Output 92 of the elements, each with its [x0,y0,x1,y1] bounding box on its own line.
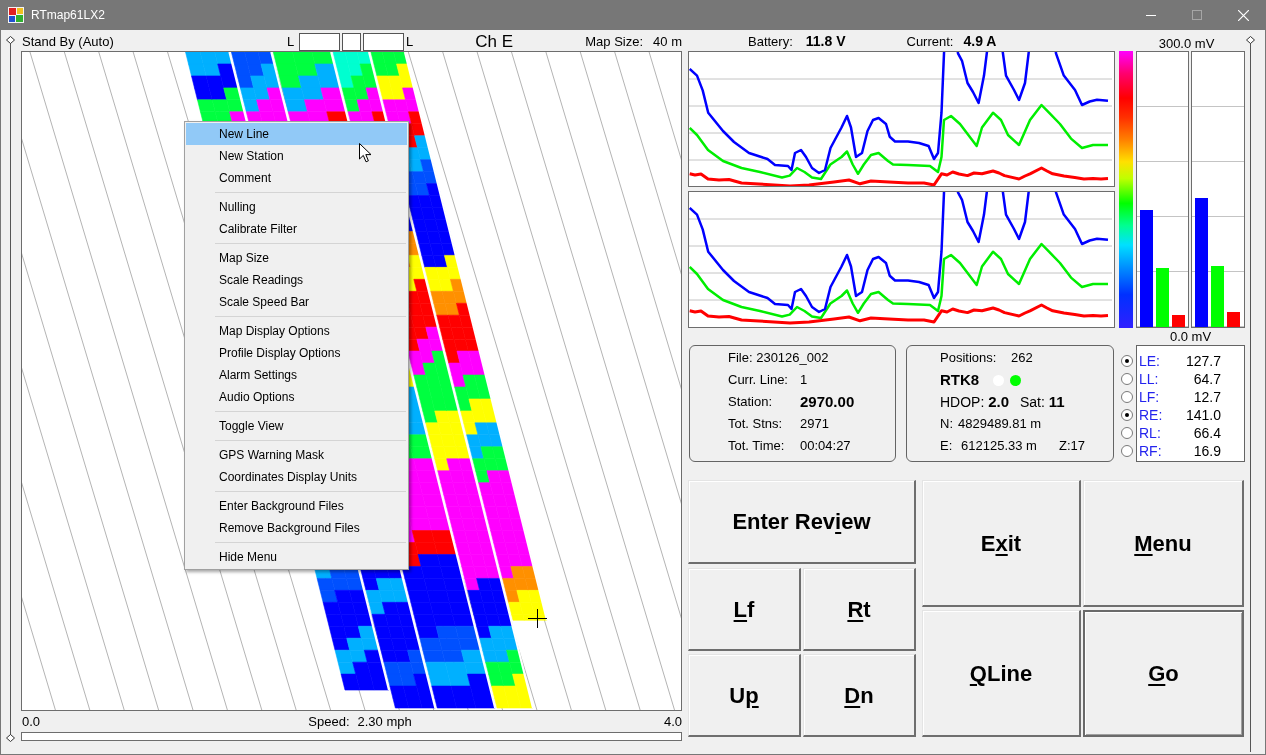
current-label: Current: [906,32,954,51]
window-title: RTmap61LX2 [31,7,105,24]
radio-button[interactable] [1120,391,1133,403]
menu-item[interactable]: Nulling [186,196,407,218]
menu-item[interactable]: GPS Warning Mask [186,444,407,466]
channel-label: LF: [1139,387,1161,407]
go-button[interactable]: Go [1083,610,1244,737]
menu-item[interactable]: New Line [186,123,407,145]
splitter-handle[interactable] [1246,36,1255,752]
radio-button[interactable] [1120,409,1133,421]
channel-value: 66.4 [1192,423,1221,443]
indicator-field [363,32,404,51]
zone-value: Z:17 [1059,437,1085,456]
radio-button[interactable] [1120,427,1133,439]
info-label: E: [940,437,954,456]
right-button[interactable]: Rt [803,568,916,651]
minimize-icon [1146,14,1156,16]
info-value: 262 [1011,349,1033,368]
satellites-text: Sat: 11 [1020,391,1065,412]
info-label: Tot. Time: [728,437,786,456]
channel-value: 16.9 [1192,441,1221,461]
menu-item[interactable]: New Station [186,145,407,167]
info-value: 1 [800,371,808,390]
info-value: 2970.00 [800,391,855,412]
menu-item[interactable]: Scale Readings [186,269,407,291]
menu-item[interactable]: Toggle View [186,415,407,437]
info-value: 4829489.81 m [958,415,1042,434]
enter-review-button[interactable]: Enter Review [688,480,916,564]
channel-label: RE: [1139,405,1164,425]
battery-label: Battery: [748,32,793,51]
info-label: File: 230126_002 [728,349,829,368]
info-label: Tot. Stns: [728,415,784,434]
app-icon [8,7,24,23]
current-value: 4.9 A [963,32,997,51]
scale-min-label: 0.0 mV [1168,327,1213,346]
channel-value: 64.7 [1192,369,1221,389]
gps-fix-label: RTK8 [940,369,981,390]
quick-line-button[interactable]: QLine [922,610,1081,737]
marker-label: L [406,32,414,51]
menu-item[interactable]: Enter Background Files [186,495,407,517]
info-value: 2971 [800,415,829,434]
menu-item[interactable]: Profile Display Options [186,342,407,364]
channel-value: 127.7 [1184,351,1221,371]
battery-value: 11.8 V [805,32,846,51]
channel-value: 141.0 [1184,405,1221,425]
menu-button[interactable]: Menu [1083,480,1244,607]
menu-item[interactable]: Map Size [186,247,407,269]
indicator-field [342,32,361,51]
menu-item[interactable]: Alarm Settings [186,364,407,386]
channel-label: RL: [1139,423,1162,443]
radio-button[interactable] [1120,445,1133,457]
info-label: Curr. Line: [728,371,789,390]
menu-item[interactable]: Calibrate Filter [186,218,407,240]
channel-label: LE: [1139,351,1161,371]
info-value: 612125.33 m [961,437,1038,456]
crosshair-icon [528,609,547,628]
menu-item[interactable]: Coordinates Display Units [186,466,407,488]
info-label: Station: [728,393,774,412]
exit-button[interactable]: Exit [922,480,1081,607]
menu-item[interactable]: Remove Background Files [186,517,407,539]
speed-label: Speed: [308,712,350,731]
splitter-handle[interactable] [6,36,15,742]
left-button[interactable]: Lf [688,568,801,651]
menu-item[interactable]: Scale Speed Bar [186,291,407,313]
info-label: N: [940,415,954,434]
menu-item[interactable]: Comment [186,167,407,189]
mouse-pointer-icon [359,143,372,163]
info-value: 00:04:27 [800,437,851,456]
scale-min-label: 0.0 [22,712,41,731]
channel-label: LL: [1139,369,1160,389]
map-size-value: 40 m [653,32,682,51]
up-button[interactable]: Up [688,654,801,737]
marker-label: L [287,32,296,51]
menu-item[interactable]: Audio Options [186,386,407,408]
menu-item[interactable]: Map Display Options [186,320,407,342]
status-text: Stand By (Auto) [21,32,115,51]
channel-label: RF: [1139,441,1163,461]
map-size-label: Map Size: [585,32,644,51]
radio-button[interactable] [1120,373,1133,385]
hdop-text: HDOP: 2.0 [940,391,1011,412]
menu-item[interactable]: Hide Menu [186,546,407,568]
info-label: Positions: [940,349,998,368]
channel-label: Ch E [475,32,514,51]
speed-value: 2.30 mph [357,712,412,731]
channel-value: 12.7 [1192,387,1221,407]
scale-max-label: 300.0 mV [1157,37,1216,51]
maximize-icon [1192,10,1202,20]
close-icon [1237,9,1249,21]
down-button[interactable]: Dn [803,654,916,737]
scale-max-label: 4.0 [663,712,682,731]
radio-button[interactable] [1120,355,1133,367]
indicator-field [299,32,340,51]
